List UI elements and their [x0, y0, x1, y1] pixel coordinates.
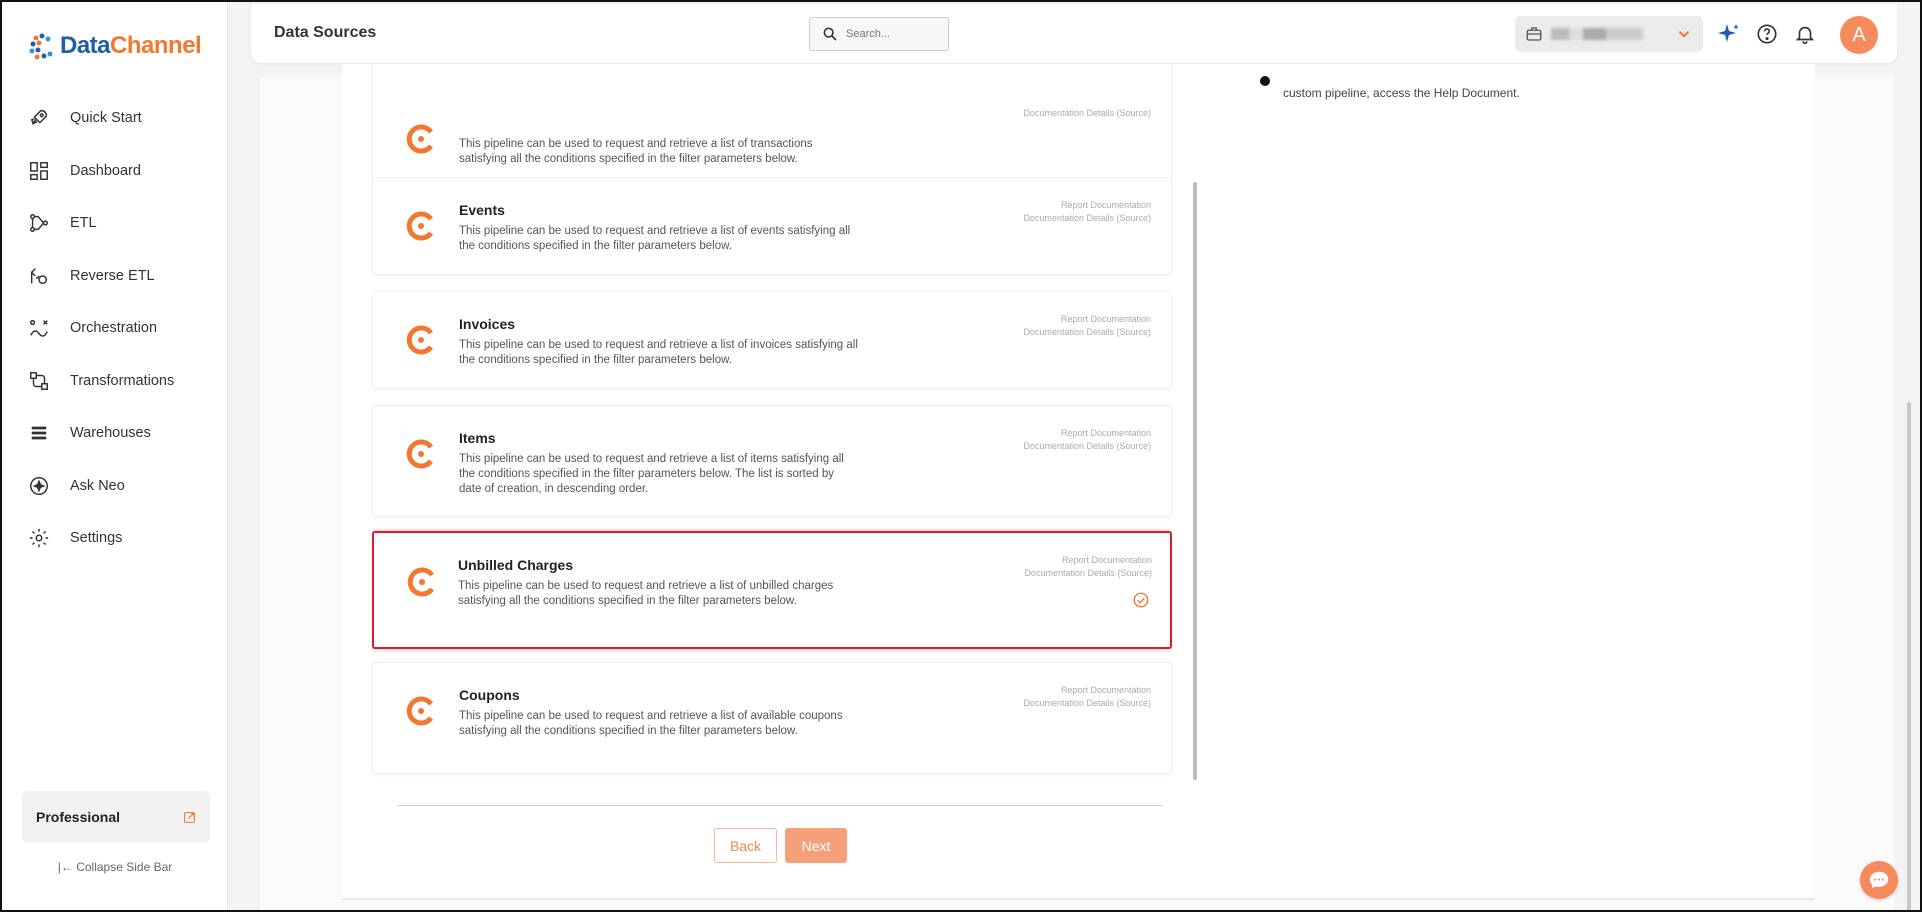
pipeline-title: Items: [459, 430, 496, 446]
next-button[interactable]: Next: [785, 828, 847, 863]
plan-label: Professional: [36, 809, 121, 825]
report-documentation-link[interactable]: Report Documentation: [1023, 684, 1151, 697]
report-documentation-link[interactable]: Report Documentation: [1024, 554, 1152, 567]
workspace-name-redacted: [1551, 28, 1643, 40]
chargebee-logo-icon: [406, 325, 434, 355]
documentation-details-link[interactable]: Documentation Details (Source): [1023, 212, 1151, 225]
search-icon: [823, 27, 837, 41]
workspace-selector[interactable]: [1515, 16, 1703, 52]
chargebee-logo-icon: [407, 567, 435, 597]
documentation-details-link[interactable]: Documentation Details (Source): [1023, 326, 1151, 339]
warehouses-icon: [28, 422, 50, 444]
search-input[interactable]: [846, 28, 936, 40]
datachannel-logo-icon: [29, 33, 53, 60]
divider: [398, 805, 1162, 806]
panel-bottom-edge: [342, 898, 1815, 900]
sidebar-item-ask-neo[interactable]: Ask Neo: [2, 460, 228, 513]
chat-icon: [1869, 871, 1889, 889]
briefcase-icon: [1526, 27, 1542, 41]
top-header: Data Sources A: [251, 4, 1897, 63]
page-scrollbar[interactable]: [1907, 402, 1911, 910]
pipeline-description: This pipeline can be used to request and…: [459, 710, 843, 737]
pipeline-description: This pipeline can be used to request and…: [459, 339, 858, 366]
sidebar-item-settings[interactable]: Settings: [2, 512, 228, 565]
report-documentation-link[interactable]: Report Documentation: [1023, 313, 1151, 326]
pipeline-card-unbilled-charges[interactable]: Unbilled Charges This pipeline can be us…: [372, 531, 1172, 649]
collapse-label: Collapse Side Bar: [76, 860, 173, 874]
sidebar-item-quick-start[interactable]: Quick Start: [2, 92, 228, 145]
chat-support-button[interactable]: [1860, 861, 1898, 899]
list-scrollbar[interactable]: [1193, 182, 1197, 780]
report-documentation-link[interactable]: Report Documentation: [1023, 427, 1151, 440]
pipeline-title: Events: [459, 202, 505, 218]
sidebar-item-label: ETL: [70, 215, 97, 232]
page-title: Data Sources: [274, 24, 377, 41]
chevron-down-icon: [1678, 31, 1690, 38]
plan-box[interactable]: Professional: [22, 791, 210, 843]
chargebee-logo-icon: [406, 439, 434, 469]
sidebar-item-transformations[interactable]: Transformations: [2, 355, 228, 408]
external-link-icon[interactable]: [183, 811, 196, 824]
logo-text-data: Data: [60, 32, 111, 59]
documentation-details-link[interactable]: Documentation Details (Source): [1023, 107, 1151, 120]
help-document-text[interactable]: custom pipeline, access the Help Documen…: [1283, 86, 1520, 100]
sidebar-item-reverse-etl[interactable]: Reverse ETL: [2, 250, 228, 303]
bullet-dot: [1260, 76, 1270, 86]
gear-icon: [28, 527, 50, 549]
sidebar-item-label: Settings: [70, 530, 123, 547]
etl-icon: [28, 212, 50, 234]
help-icon[interactable]: [1755, 22, 1779, 46]
pipeline-title: Unbilled Charges: [458, 557, 574, 573]
sidebar-item-orchestration[interactable]: Orchestration: [2, 302, 228, 355]
sidebar-item-label: Reverse ETL: [70, 267, 155, 284]
logo-text-channel: Channel: [110, 32, 202, 59]
sidebar-item-label: Ask Neo: [70, 477, 125, 494]
pipeline-description: This pipeline can be used to request and…: [459, 225, 851, 252]
collapse-sidebar-button[interactable]: |← Collapse Side Bar: [2, 860, 228, 874]
pipeline-title: Coupons: [459, 687, 520, 703]
sidebar-item-etl[interactable]: ETL: [2, 197, 228, 250]
documentation-details-link[interactable]: Documentation Details (Source): [1024, 567, 1152, 580]
transformations-icon: [28, 370, 50, 392]
chargebee-logo-icon: [406, 124, 434, 154]
sidebar-item-dashboard[interactable]: Dashboard: [2, 145, 228, 198]
pipeline-description: This pipeline can be used to request and…: [459, 138, 813, 165]
pipeline-list[interactable]: This pipeline can be used to request and…: [372, 64, 1172, 784]
sidebar-item-warehouses[interactable]: Warehouses: [2, 407, 228, 460]
pipeline-title: Invoices: [459, 316, 516, 332]
chargebee-logo-icon: [406, 696, 434, 726]
pipeline-card-items[interactable]: Items This pipeline can be used to reque…: [372, 405, 1172, 517]
app-window: DataChannel Quick Start Dashboard ETL Re…: [0, 0, 1922, 912]
sidebar-nav: Quick Start Dashboard ETL Reverse ETL Or…: [2, 92, 228, 565]
pipeline-card-invoices[interactable]: Invoices This pipeline can be used to re…: [372, 291, 1172, 389]
sidebar-item-label: Warehouses: [70, 425, 151, 442]
search-box[interactable]: [809, 17, 949, 51]
sidebar-item-label: Transformations: [70, 372, 175, 389]
bell-icon[interactable]: [1793, 22, 1817, 46]
pipeline-card-coupons[interactable]: Coupons This pipeline can be used to req…: [372, 662, 1172, 774]
rocket-icon: [28, 107, 50, 129]
check-circle-icon: [1133, 592, 1149, 608]
chargebee-logo-icon: [406, 211, 434, 241]
orchestration-icon: [28, 317, 50, 339]
sidebar-item-label: Dashboard: [70, 162, 141, 179]
documentation-details-link[interactable]: Documentation Details (Source): [1023, 440, 1151, 453]
avatar[interactable]: A: [1840, 16, 1878, 54]
documentation-details-link[interactable]: Documentation Details (Source): [1023, 697, 1151, 710]
back-button[interactable]: Back: [714, 828, 777, 863]
ask-neo-icon: [28, 475, 50, 497]
brand-logo[interactable]: DataChannel: [28, 32, 202, 60]
pipeline-card-events[interactable]: Events This pipeline can be used to requ…: [372, 177, 1172, 275]
pipeline-description: This pipeline can be used to request and…: [458, 580, 834, 607]
report-documentation-link[interactable]: Report Documentation: [1023, 199, 1151, 212]
sidebar-item-label: Quick Start: [70, 110, 142, 127]
sparkle-ai-icon[interactable]: [1717, 22, 1741, 46]
collapse-arrow-icon: |←: [57, 860, 73, 874]
sidebar: DataChannel Quick Start Dashboard ETL Re…: [2, 2, 228, 910]
reverse-etl-icon: [28, 265, 50, 287]
dashboard-icon: [28, 160, 50, 182]
pipeline-description: This pipeline can be used to request and…: [459, 453, 844, 495]
sidebar-item-label: Orchestration: [70, 320, 158, 337]
